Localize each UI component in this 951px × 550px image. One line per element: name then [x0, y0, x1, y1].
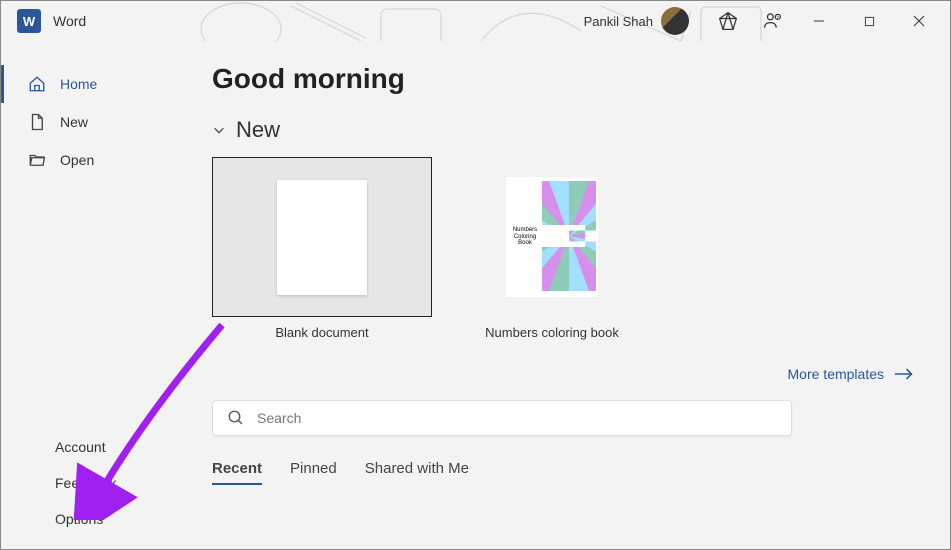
- nav-new[interactable]: New: [1, 103, 176, 141]
- template-preview: Numbers Coloring Book: [462, 157, 642, 317]
- titlebar: W Word Pankil Shah ?: [1, 1, 950, 41]
- person-help-icon[interactable]: ?: [752, 1, 792, 41]
- new-section-title: New: [236, 117, 280, 143]
- template-label: Numbers coloring book: [462, 325, 642, 340]
- template-numbers-coloring-book[interactable]: Numbers Coloring Book Numbers coloring b…: [462, 157, 642, 340]
- avatar: [661, 7, 689, 35]
- template-preview: [212, 157, 432, 317]
- template-label: Blank document: [212, 325, 432, 340]
- tab-label: Shared with Me: [365, 460, 469, 477]
- tab-recent[interactable]: Recent: [212, 460, 262, 485]
- sidebar: Home New Open Account Feedback Options: [1, 41, 176, 549]
- greeting-heading: Good morning: [212, 63, 914, 95]
- folder-open-icon: [28, 151, 46, 169]
- premium-icon[interactable]: [708, 1, 748, 41]
- nav-label: Account: [55, 439, 106, 455]
- tab-shared[interactable]: Shared with Me: [365, 460, 469, 485]
- nav-label: Options: [55, 511, 103, 527]
- search-input[interactable]: [257, 410, 777, 426]
- search-icon: [227, 409, 245, 427]
- nav-label: New: [60, 114, 88, 130]
- more-templates-link[interactable]: More templates: [788, 366, 914, 382]
- link-label: More templates: [788, 366, 884, 382]
- template-blank-document[interactable]: Blank document: [212, 157, 432, 340]
- maximize-button[interactable]: [846, 1, 892, 41]
- word-app-icon: W: [17, 9, 41, 33]
- document-icon: [28, 113, 46, 131]
- new-section-header[interactable]: New: [212, 117, 914, 143]
- tab-label: Pinned: [290, 460, 337, 477]
- nav-label: Feedback: [55, 475, 116, 491]
- nav-home[interactable]: Home: [1, 65, 176, 103]
- user-account[interactable]: Pankil Shah: [584, 7, 689, 35]
- nav-label: Home: [60, 76, 97, 92]
- minimize-button[interactable]: [796, 1, 842, 41]
- tab-pinned[interactable]: Pinned: [290, 460, 337, 485]
- user-name: Pankil Shah: [584, 14, 653, 29]
- content-area: Good morning New Blank document Numbers …: [176, 41, 950, 549]
- home-icon: [28, 75, 46, 93]
- chevron-down-icon: [212, 123, 226, 137]
- nav-open[interactable]: Open: [1, 141, 176, 179]
- tab-label: Recent: [212, 460, 262, 477]
- nav-options[interactable]: Options: [1, 501, 176, 537]
- close-button[interactable]: [896, 1, 942, 41]
- nav-account[interactable]: Account: [1, 429, 176, 465]
- nav-label: Open: [60, 152, 94, 168]
- app-title: Word: [53, 13, 86, 29]
- nav-feedback[interactable]: Feedback: [1, 465, 176, 501]
- search-box[interactable]: [212, 400, 792, 436]
- arrow-right-icon: [894, 367, 914, 381]
